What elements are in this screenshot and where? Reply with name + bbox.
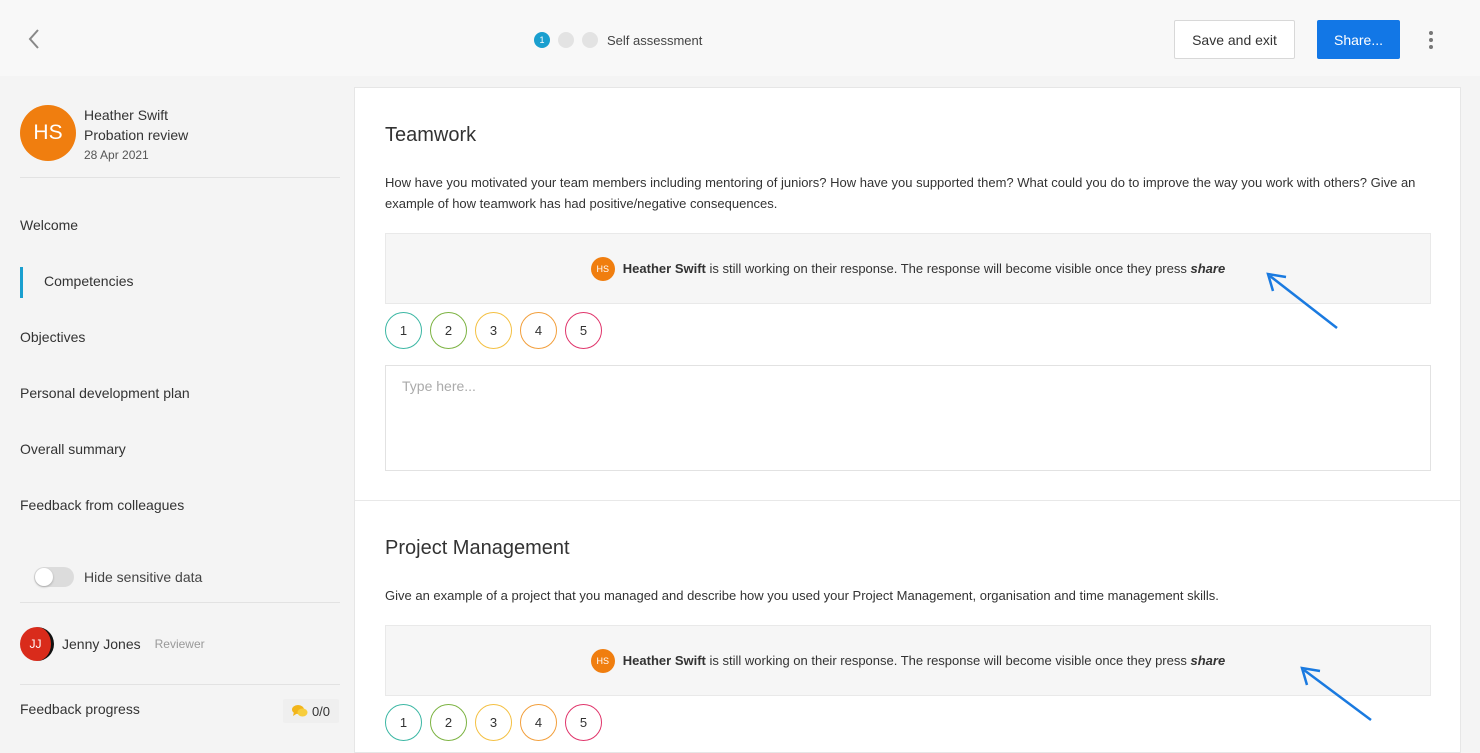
hide-sensitive-row: Hide sensitive data [34, 567, 202, 587]
rating-scale: 1 2 3 4 5 [385, 312, 602, 349]
notice-message: is still working on their response. The … [705, 261, 1191, 276]
sidebar-item-competencies[interactable]: Competencies [44, 271, 134, 291]
notice-name: Heather Swift [622, 261, 706, 276]
rating-2[interactable]: 2 [430, 704, 467, 741]
step-2[interactable] [558, 32, 574, 48]
sidebar-item-objectives[interactable]: Objectives [20, 327, 85, 347]
section-divider [355, 500, 1460, 501]
reviewer-avatar: JJ [20, 627, 54, 661]
avatar: HS [590, 256, 615, 281]
rating-5[interactable]: 5 [565, 312, 602, 349]
section-title: Project Management [385, 537, 570, 559]
toggle-knob [35, 568, 53, 586]
rating-3[interactable]: 3 [475, 312, 512, 349]
divider [20, 602, 340, 603]
notice-name: Heather Swift [622, 653, 706, 668]
notice-emphasis: share [1190, 261, 1226, 276]
rating-1[interactable]: 1 [385, 312, 422, 349]
step-1[interactable]: 1 [534, 32, 550, 48]
divider [20, 684, 340, 685]
rating-3[interactable]: 3 [475, 704, 512, 741]
active-indicator [20, 267, 23, 298]
feedback-progress-badge[interactable]: 0/0 [283, 699, 339, 723]
step-3[interactable] [582, 32, 598, 48]
chevron-left-icon [28, 29, 39, 49]
feedback-progress-value: 0/0 [311, 703, 331, 719]
rating-4[interactable]: 4 [520, 312, 557, 349]
divider [20, 177, 340, 178]
reviewer-role: Reviewer [154, 637, 205, 651]
chat-bubbles-icon [291, 705, 308, 717]
rating-scale: 1 2 3 4 5 [385, 704, 602, 741]
rating-1[interactable]: 1 [385, 704, 422, 741]
sidebar-item-feedback-from-colleagues[interactable]: Feedback from colleagues [20, 495, 184, 515]
sidebar-item-overall-summary[interactable]: Overall summary [20, 439, 126, 459]
main-panel: Teamwork How have you motivated your tea… [354, 87, 1461, 753]
response-pending-notice: HS Heather Swift is still working on the… [385, 233, 1431, 304]
review-type: Probation review [84, 127, 189, 143]
more-options-button[interactable] [1421, 28, 1441, 52]
top-bar: 1 Self assessment Save and exit Share... [0, 0, 1480, 76]
stepper: 1 Self assessment [534, 31, 702, 49]
response-pending-notice: HS Heather Swift is still working on the… [385, 625, 1431, 696]
review-date: 28 Apr 2021 [84, 148, 149, 162]
profile-name: Heather Swift [84, 107, 169, 123]
rating-4[interactable]: 4 [520, 704, 557, 741]
hide-sensitive-label: Hide sensitive data [84, 569, 203, 585]
notice-emphasis: share [1190, 653, 1226, 668]
rating-2[interactable]: 2 [430, 312, 467, 349]
section-title: Teamwork [385, 124, 477, 146]
avatar: HS [20, 105, 76, 161]
sidebar-item-personal-development-plan[interactable]: Personal development plan [20, 383, 190, 403]
reviewer-name: Jenny Jones [62, 636, 141, 652]
back-button[interactable] [22, 26, 46, 52]
section-description: How have you motivated your team members… [385, 175, 1416, 211]
section-description: Give an example of a project that you ma… [385, 588, 1219, 603]
hide-sensitive-toggle[interactable] [34, 567, 74, 587]
notice-message: is still working on their response. The … [705, 653, 1191, 668]
feedback-progress-label: Feedback progress [20, 701, 140, 717]
share-button[interactable]: Share... [1317, 20, 1400, 59]
step-label: Self assessment [607, 32, 703, 48]
save-and-exit-button[interactable]: Save and exit [1174, 20, 1295, 59]
response-input[interactable] [385, 365, 1431, 471]
sidebar-item-welcome[interactable]: Welcome [20, 215, 78, 235]
sidebar: HS Heather Swift Probation review 28 Apr… [0, 76, 354, 753]
rating-5[interactable]: 5 [565, 704, 602, 741]
avatar: HS [590, 648, 615, 673]
reviewer-row: JJ Jenny Jones Reviewer [20, 627, 205, 661]
kebab-icon [1429, 31, 1433, 35]
